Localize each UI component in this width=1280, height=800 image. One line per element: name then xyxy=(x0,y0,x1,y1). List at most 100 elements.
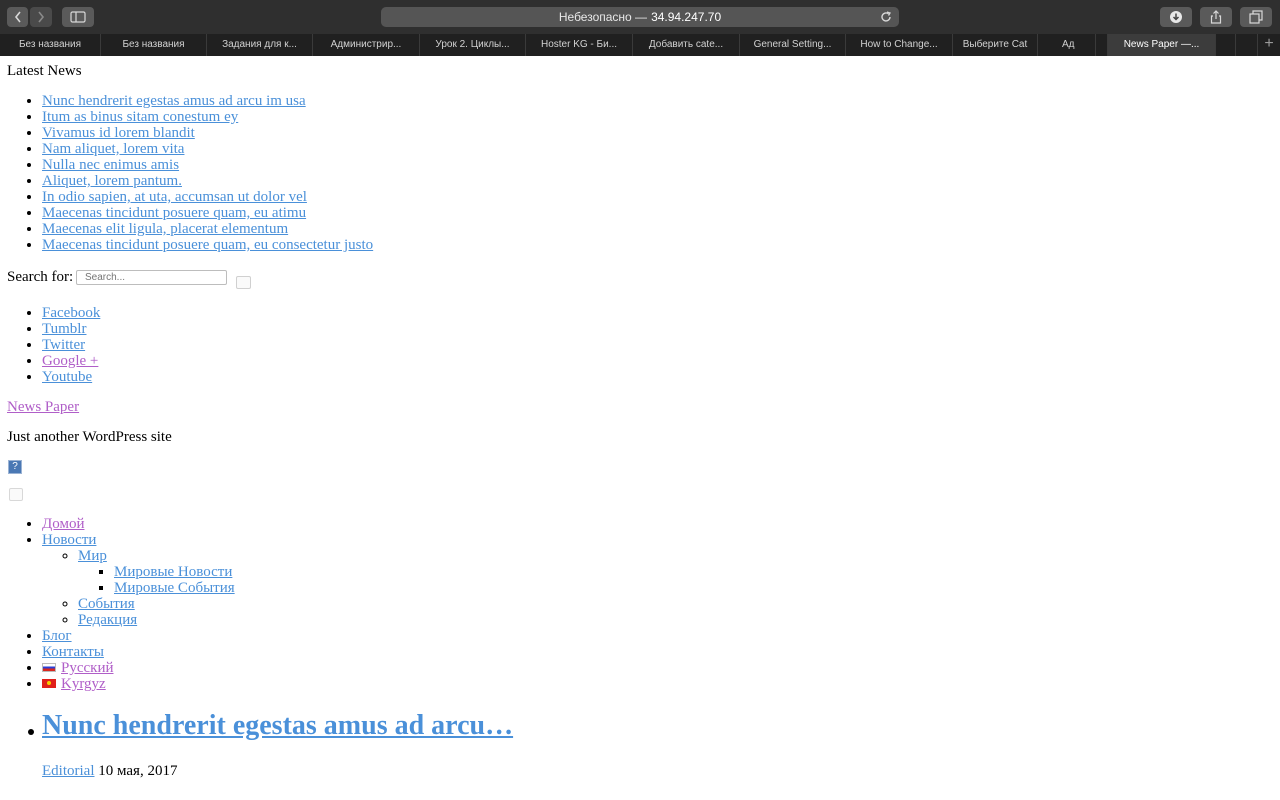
browser-tab[interactable]: Задания для к... xyxy=(207,34,313,56)
post-date: 10 мая, 2017 xyxy=(98,763,178,779)
browser-tab-active[interactable]: News Paper —... xyxy=(1108,34,1216,56)
list-item: Itum as binus sitam conestum ey xyxy=(42,109,373,125)
address-bar[interactable]: Небезопасно — 34.94.247.70 xyxy=(381,7,899,27)
menu-link-lang-ru[interactable]: Русский xyxy=(61,660,114,676)
menu-item-blog: Блог xyxy=(42,628,114,644)
news-link[interactable]: Nam aliquet, lorem vita xyxy=(42,141,184,157)
menu-link-events[interactable]: События xyxy=(78,596,135,612)
list-item: Nulla nec enimus amis xyxy=(42,157,373,173)
browser-tab[interactable]: General Setting... xyxy=(740,34,846,56)
browser-tab[interactable]: Без названия xyxy=(0,34,101,56)
news-link[interactable]: Nunc hendrerit egestas amus ad arcu im u… xyxy=(42,93,306,109)
menu-link-contacts[interactable]: Контакты xyxy=(42,644,104,660)
reload-icon[interactable] xyxy=(879,10,893,24)
news-link[interactable]: Maecenas tincidunt posuere quam, eu cons… xyxy=(42,237,373,253)
browser-tab[interactable]: Выберите Cat xyxy=(953,34,1038,56)
social-links-list: Facebook Tumblr Twitter Google + Youtube xyxy=(42,305,100,385)
address-security-label: Небезопасно — xyxy=(558,10,648,24)
browser-tab-spacer xyxy=(1216,34,1236,56)
broken-image-icon[interactable]: ? xyxy=(8,460,22,474)
list-item: Facebook xyxy=(42,305,100,321)
menu-link-news[interactable]: Новости xyxy=(42,532,96,548)
news-link[interactable]: Nulla nec enimus amis xyxy=(42,157,179,173)
browser-tab-spacer xyxy=(1236,34,1258,56)
menu-link-blog[interactable]: Блог xyxy=(42,628,72,644)
menu-item-events: События xyxy=(78,596,137,612)
menu-link-world[interactable]: Мир xyxy=(78,548,107,564)
menu-link-home[interactable]: Домой xyxy=(42,516,84,532)
forward-icon xyxy=(38,11,45,23)
list-item: Maecenas elit ligula, placerat elementum xyxy=(42,221,373,237)
twitter-link[interactable]: Twitter xyxy=(42,337,85,353)
news-link[interactable]: Aliquet, lorem pantum. xyxy=(42,173,182,189)
browser-tab[interactable]: How to Change... xyxy=(846,34,953,56)
news-link[interactable]: Vivamus id lorem blandit xyxy=(42,125,195,141)
menu-link-editorial[interactable]: Редакция xyxy=(78,612,137,628)
submenu-news: Мир xyxy=(78,548,107,564)
sidebar-button[interactable] xyxy=(62,7,94,27)
google-plus-link[interactable]: Google + xyxy=(42,353,98,369)
web-page: Latest News Nunc hendrerit egestas amus … xyxy=(0,56,1280,800)
browser-tab[interactable]: Hoster KG - Би... xyxy=(526,34,633,56)
downloads-button[interactable] xyxy=(1160,7,1192,27)
share-button[interactable] xyxy=(1200,7,1232,27)
post-bullet xyxy=(28,729,34,735)
post-meta: Editorial 10 мая, 2017 xyxy=(42,763,177,779)
menu-item-home: Домой xyxy=(42,516,96,532)
menu-item-lang-ru: Русский xyxy=(42,660,114,676)
list-item: Aliquet, lorem pantum. xyxy=(42,173,373,189)
menu-item-world-news: Мировые Новости xyxy=(114,564,235,580)
back-icon xyxy=(14,11,21,23)
list-item: Nunc hendrerit egestas amus ad arcu im u… xyxy=(42,93,373,109)
menu-link-world-news[interactable]: Мировые Новости xyxy=(114,564,232,580)
browser-tab[interactable]: Без названия xyxy=(101,34,207,56)
back-button[interactable] xyxy=(7,7,28,27)
post-category-link[interactable]: Editorial xyxy=(42,763,95,779)
list-item: Nam aliquet, lorem vita xyxy=(42,141,373,157)
new-tab-icon[interactable]: + xyxy=(1258,34,1280,56)
download-icon xyxy=(1170,11,1182,23)
menu-link-world-events[interactable]: Мировые События xyxy=(114,580,235,596)
list-item: Maecenas tincidunt posuere quam, eu cons… xyxy=(42,237,373,253)
list-item: Tumblr xyxy=(42,321,100,337)
list-item: Google + xyxy=(42,353,100,369)
share-icon xyxy=(1210,10,1222,24)
menu-item-lang-kg: Kyrgyz xyxy=(42,676,114,692)
post-title-link[interactable]: Nunc hendrerit egestas amus ad arcu… xyxy=(42,710,513,742)
news-link[interactable]: Maecenas elit ligula, placerat elementum xyxy=(42,221,288,237)
browser-tab-spacer xyxy=(1096,34,1108,56)
latest-news-list: Nunc hendrerit egestas amus ad arcu im u… xyxy=(42,93,373,253)
facebook-link[interactable]: Facebook xyxy=(42,305,100,321)
menu-item-world: Мир xyxy=(78,548,107,564)
list-item: Vivamus id lorem blandit xyxy=(42,125,373,141)
tumblr-link[interactable]: Tumblr xyxy=(42,321,86,337)
youtube-link[interactable]: Youtube xyxy=(42,369,92,385)
menu-toggle-checkbox[interactable] xyxy=(9,488,23,501)
russia-flag-icon xyxy=(42,663,56,672)
news-link[interactable]: Itum as binus sitam conestum ey xyxy=(42,109,238,125)
browser-tab[interactable]: Ад xyxy=(1038,34,1096,56)
news-link[interactable]: In odio sapien, at uta, accumsan ut dolo… xyxy=(42,189,307,205)
menu-link-lang-kg[interactable]: Kyrgyz xyxy=(61,676,106,692)
menu-item-news: Новости xyxy=(42,532,96,548)
search-input[interactable] xyxy=(76,270,227,285)
menu-item-world-events: Мировые События xyxy=(114,580,235,596)
kyrgyzstan-flag-icon xyxy=(42,679,56,688)
menu-item-editorial: Редакция xyxy=(78,612,137,628)
forward-button[interactable] xyxy=(30,7,52,27)
tabs-overview-icon xyxy=(1249,10,1263,24)
site-title-link[interactable]: News Paper xyxy=(7,399,79,415)
browser-tab[interactable]: Урок 2. Циклы... xyxy=(420,34,526,56)
sidebar-icon xyxy=(70,11,86,23)
search-submit-button[interactable] xyxy=(236,276,251,289)
list-item: Twitter xyxy=(42,337,100,353)
news-link[interactable]: Maecenas tincidunt posuere quam, eu atim… xyxy=(42,205,306,221)
list-item: In odio sapien, at uta, accumsan ut dolo… xyxy=(42,189,373,205)
main-menu-rest: Блог Контакты Русский Kyrgyz xyxy=(42,628,114,692)
main-menu: Домой Новости xyxy=(42,516,96,548)
site-tagline: Just another WordPress site xyxy=(7,429,172,445)
list-item: Youtube xyxy=(42,369,100,385)
tabs-overview-button[interactable] xyxy=(1240,7,1272,27)
browser-tab[interactable]: Администрир... xyxy=(313,34,420,56)
browser-tab[interactable]: Добавить cate... xyxy=(633,34,740,56)
